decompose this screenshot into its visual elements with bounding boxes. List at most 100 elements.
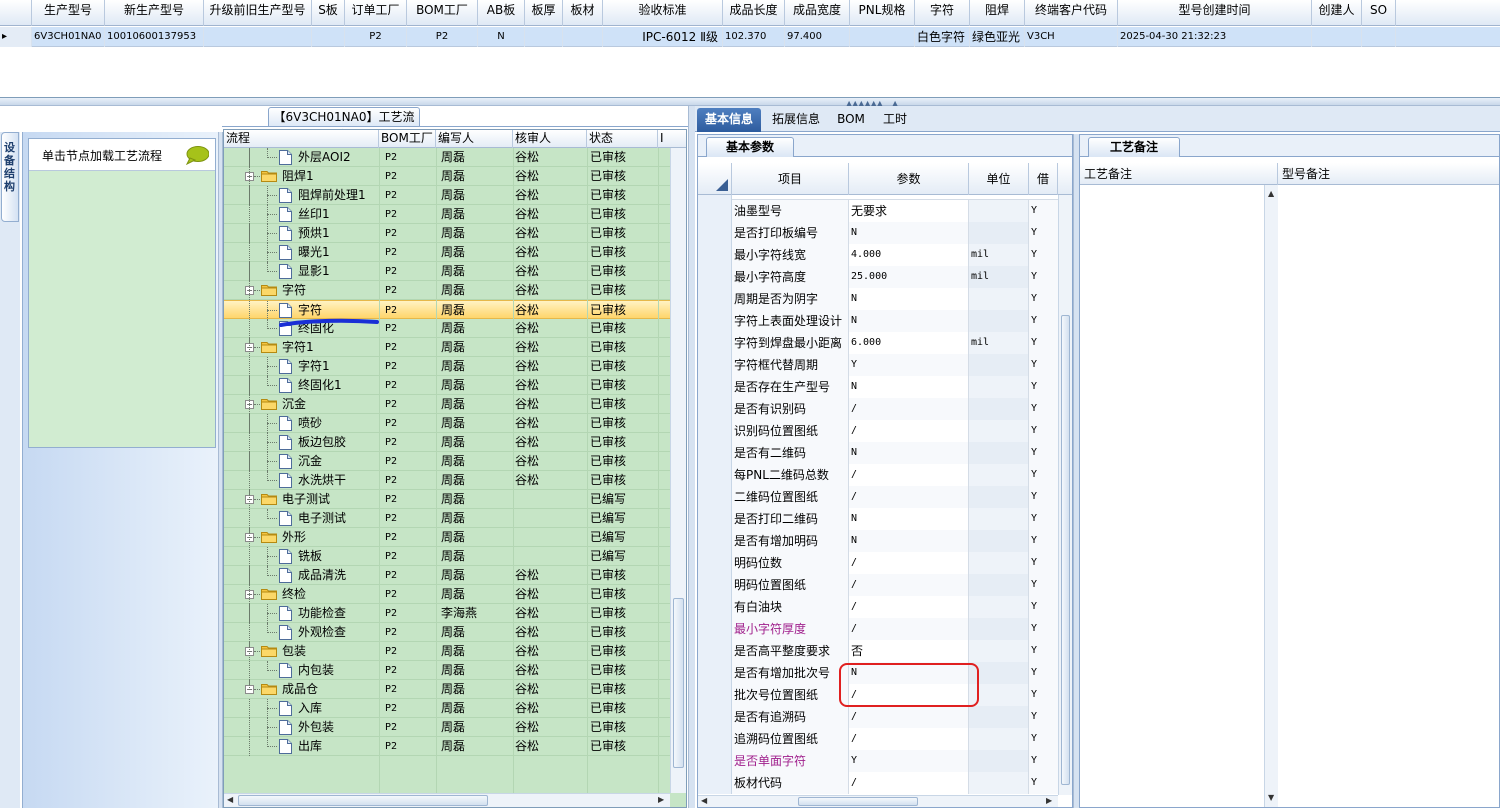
model-grid-cell[interactable]: 10010600137953 [105,27,204,47]
tab-process-notes[interactable]: 工艺备注 [1088,137,1180,157]
tab-basic-params[interactable]: 基本参数 [706,137,794,157]
param-row[interactable]: 最小字符厚度 / Y [698,618,1058,640]
param-value[interactable]: 4.000 [849,244,969,266]
param-row[interactable]: 字符上表面处理设计 N Y [698,310,1058,332]
process-step-row[interactable]: − 字符1 P2 周磊 谷松 已审核 [224,338,670,357]
param-value[interactable]: / [849,398,969,420]
process-step-name[interactable]: 内包装 [298,661,379,680]
process-step-row[interactable]: 喷砂 P2 周磊 谷松 已审核 [224,414,670,433]
model-grid-col-header[interactable]: 阻焊 [970,0,1025,26]
param-row[interactable]: 有白油块 / Y [698,596,1058,618]
process-step-row[interactable]: − 包装 P2 周磊 谷松 已审核 [224,642,670,661]
process-step-name[interactable]: 外包装 [298,718,379,737]
param-vertical-scrollbar[interactable] [1058,195,1072,795]
process-flow-col-header[interactable]: BOM工厂 [379,130,436,148]
process-step-name[interactable]: 成品清洗 [298,566,379,585]
tab-info-3[interactable]: 工时 [875,108,915,132]
process-step-row[interactable]: 板边包胶 P2 周磊 谷松 已审核 [224,433,670,452]
param-value[interactable]: 25.000 [849,266,969,288]
param-row[interactable]: 最小字符线宽 4.000 mil Y [698,244,1058,266]
model-grid-col-header[interactable]: 创建人 [1312,0,1362,26]
param-col-header[interactable]: 项目 [732,163,849,195]
process-flow-col-header[interactable]: I [658,130,686,148]
param-row[interactable]: 是否有识别码 / Y [698,398,1058,420]
param-col-header[interactable]: 单位 [969,163,1029,195]
param-row[interactable]: 每PNL二维码总数 / Y [698,464,1058,486]
model-grid-cell[interactable]: V3CH [1025,27,1118,47]
param-value[interactable]: / [849,706,969,728]
param-row[interactable]: 油墨型号 无要求 Y [698,200,1058,222]
model-grid-col-header[interactable]: 验收标准 [603,0,723,26]
model-grid-col-header[interactable]: AB板 [478,0,525,26]
process-step-row[interactable]: 功能检查 P2 李海燕 谷松 已审核 [224,604,670,623]
param-value[interactable]: N [849,530,969,552]
model-grid-col-header[interactable]: 板材 [563,0,603,26]
load-process-box[interactable]: 单击节点加载工艺流程 [28,138,216,448]
load-process-header[interactable]: 单击节点加载工艺流程 [29,139,215,171]
param-row[interactable]: 是否有追溯码 / Y [698,706,1058,728]
process-notes-field[interactable] [1080,185,1278,807]
param-value[interactable]: 6.000 [849,332,969,354]
model-grid-cell[interactable]: 白色字符 [915,27,970,47]
process-step-name[interactable]: 电子测试 [282,490,379,509]
process-step-row[interactable]: 外包装 P2 周磊 谷松 已审核 [224,718,670,737]
model-grid-cell[interactable]: N [478,27,525,47]
param-row[interactable]: 字符框代替周期 Y Y [698,354,1058,376]
param-value[interactable]: 无要求 [849,200,969,222]
process-step-name[interactable]: 外层AOI2 [298,148,379,167]
process-step-name[interactable]: 外形 [282,528,379,547]
process-step-row[interactable]: 铣板 P2 周磊 已编写 [224,547,670,566]
process-step-row[interactable]: 字符1 P2 周磊 谷松 已审核 [224,357,670,376]
param-col-header[interactable]: 参数 [849,163,969,195]
scroll-right-icon[interactable]: ▶ [658,795,664,804]
param-value[interactable]: 否 [849,640,969,662]
process-step-name[interactable]: 丝印1 [298,205,379,224]
model-grid-col-header[interactable]: 成品长度 [723,0,785,26]
model-grid-col-header[interactable]: SO [1362,0,1396,26]
model-grid-row[interactable]: ▸ 6V3CH01NA0 10010600137953 P2 P2 N IPC-6012 Ⅱ… [0,27,1500,47]
process-step-row[interactable]: − 终检 P2 周磊 谷松 已审核 [224,585,670,604]
model-grid-col-header[interactable]: 板厚 [525,0,563,26]
process-step-name[interactable]: 铣板 [298,547,379,566]
process-step-name[interactable]: 功能检查 [298,604,379,623]
param-row[interactable]: 明码位置图纸 / Y [698,574,1058,596]
process-step-row[interactable]: − 成品仓 P2 周磊 谷松 已审核 [224,680,670,699]
process-step-row[interactable]: 丝印1 P2 周磊 谷松 已审核 [224,205,670,224]
tab-info-0[interactable]: 基本信息 [697,108,761,132]
process-step-row[interactable]: − 电子测试 P2 周磊 已编写 [224,490,670,509]
param-value[interactable]: / [849,486,969,508]
process-step-row[interactable]: − 沉金 P2 周磊 谷松 已审核 [224,395,670,414]
model-grid-cell[interactable] [312,27,345,47]
process-flow-vertical-thumb[interactable] [673,598,684,768]
process-step-row[interactable]: 外层AOI2 P2 周磊 谷松 已审核 [224,148,670,167]
model-grid-cell[interactable] [525,27,563,47]
process-step-row[interactable]: 曝光1 P2 周磊 谷松 已审核 [224,243,670,262]
process-step-row[interactable]: 阻焊前处理1 P2 周磊 谷松 已审核 [224,186,670,205]
param-row[interactable]: 是否打印二维码 N Y [698,508,1058,530]
tab-info-1[interactable]: 拓展信息 [765,108,827,132]
param-horizontal-thumb[interactable] [798,797,918,806]
model-grid-cell[interactable] [1312,27,1362,47]
process-step-name[interactable]: 终检 [282,585,379,604]
process-step-row[interactable]: 出库 P2 周磊 谷松 已审核 [224,737,670,756]
param-row[interactable]: 周期是否为阴字 N Y [698,288,1058,310]
model-grid-cell[interactable] [1362,27,1396,47]
param-row[interactable]: 明码位数 / Y [698,552,1058,574]
row-indicator-icon[interactable]: ▸ [0,27,32,47]
param-value[interactable]: Y [849,354,969,376]
param-vertical-thumb[interactable] [1061,315,1070,785]
process-flow-col-header[interactable]: 核审人 [513,130,587,148]
model-grid-col-header[interactable]: 型号创建时间 [1118,0,1312,26]
process-step-name[interactable]: 字符 [282,281,379,300]
process-step-name[interactable]: 字符1 [282,338,379,357]
process-step-name[interactable]: 喷砂 [298,414,379,433]
model-grid-col-header[interactable]: S板 [312,0,345,26]
model-grid-cell[interactable]: P2 [407,27,478,47]
param-row[interactable]: 是否单面字符 Y Y [698,750,1058,772]
param-value[interactable]: N [849,508,969,530]
process-step-row[interactable]: 终固化1 P2 周磊 谷松 已审核 [224,376,670,395]
process-step-name[interactable]: 终固化1 [298,376,379,395]
param-row[interactable]: 是否存在生产型号 N Y [698,376,1058,398]
model-grid-col-header[interactable]: PNL规格 [850,0,915,26]
scroll-left-icon[interactable]: ◀ [701,796,707,805]
